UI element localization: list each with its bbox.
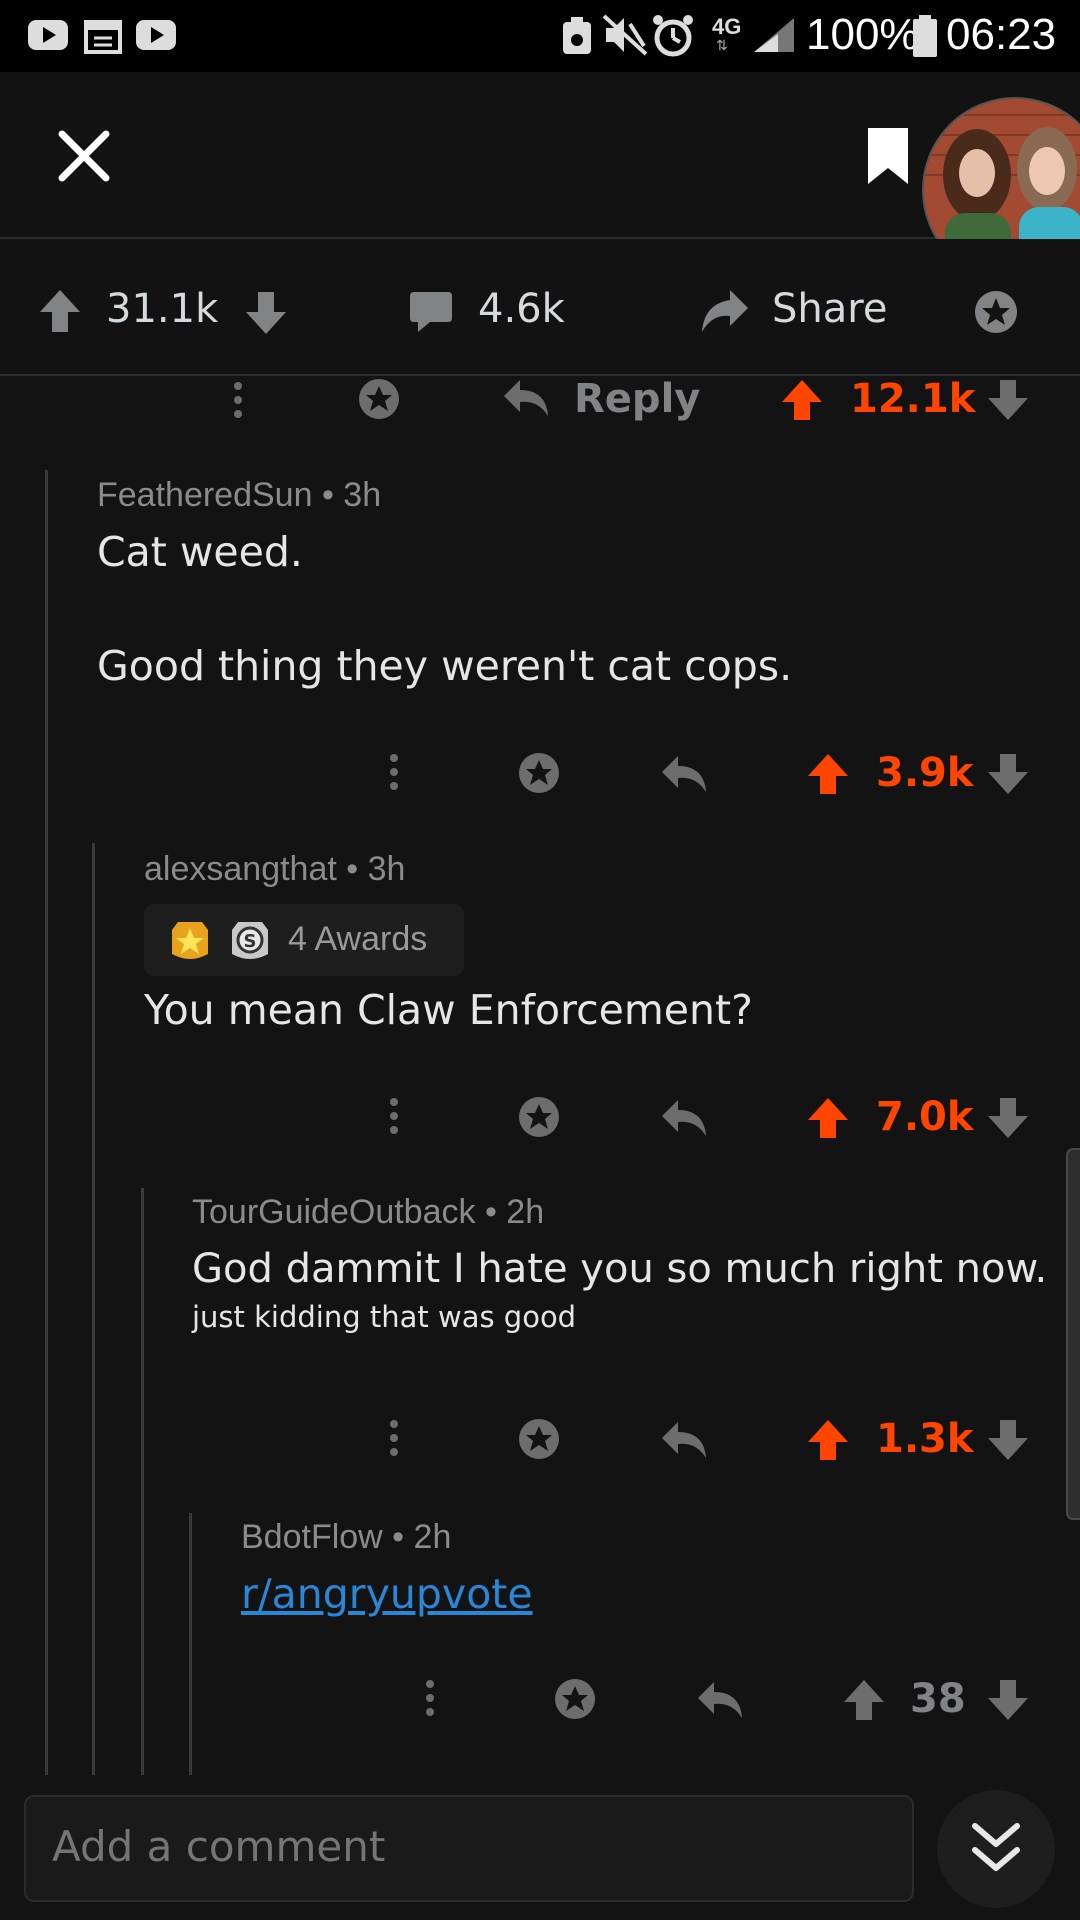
comment-age: 2h [506,1193,545,1231]
upvote-icon[interactable] [780,378,824,422]
award-icon[interactable] [356,376,402,422]
more-icon[interactable] [388,752,400,796]
thread-line-1[interactable] [45,470,48,1775]
collapse-threads-button[interactable] [937,1790,1055,1908]
upvote-icon[interactable] [806,1096,850,1140]
battery-saver-icon [563,17,591,54]
comment-score: 38 [910,1676,966,1722]
downvote-icon[interactable] [986,1096,1030,1140]
clock: 06:23 [946,10,1057,59]
comment-meta: BdotFlow • 2h [241,1518,452,1556]
youtube-notification-icon [28,20,68,50]
comment-age: 3h [343,476,382,514]
bookmark-icon[interactable] [864,124,912,188]
award-icon[interactable] [552,1676,598,1722]
comment-small-text: just kidding that was good [192,1300,577,1334]
award-icon[interactable] [516,750,562,796]
award-icon[interactable] [516,1094,562,1140]
downvote-icon[interactable] [986,1418,1030,1462]
comment-score: 7.0k [876,1094,974,1140]
battery-percent: 100% [806,10,919,59]
comment-text: God dammit I hate you so much right now. [192,1246,1048,1292]
upvote-icon[interactable] [842,1678,886,1722]
close-icon[interactable] [58,130,110,182]
awards-count: 4 Awards [288,920,428,958]
subreddit-link[interactable]: r/angryupvote [241,1570,533,1618]
thread-line-2[interactable] [92,843,95,1775]
comment-input[interactable] [50,1821,874,1872]
comment-text: Cat weed. [97,528,303,576]
reply-button[interactable]: Reply [574,376,700,422]
more-icon[interactable] [232,380,244,424]
downvote-icon[interactable] [986,1678,1030,1722]
battery-icon [913,15,937,57]
network-type: 4G [712,14,742,39]
comment-meta: alexsangthat • 3h [144,850,406,888]
more-icon[interactable] [388,1096,400,1140]
comment-age: 3h [367,850,406,888]
thread-line-3[interactable] [141,1188,144,1775]
youtube-notification-icon-2 [136,20,176,50]
alarm-icon [653,15,693,57]
post-score: 31.1k [106,286,219,332]
mute-icon [602,14,648,56]
svg-text:S: S [244,931,257,952]
comment-composer[interactable] [24,1795,914,1902]
comment-score: 1.3k [876,1416,974,1462]
data-arrows-icon: ⇅ [716,38,728,54]
more-icon[interactable] [388,1418,400,1462]
upvote-icon[interactable] [38,288,82,334]
reply-icon[interactable] [696,1678,744,1722]
reply-icon[interactable] [660,752,708,796]
status-bar: 4G ⇅ 100% 06:23 [0,0,1080,72]
award-icon[interactable] [516,1416,562,1462]
upvote-icon[interactable] [806,1418,850,1462]
comment-author[interactable]: BdotFlow [241,1518,383,1556]
downvote-icon[interactable] [986,752,1030,796]
comment-author[interactable]: TourGuideOutback [192,1193,476,1231]
award-icon[interactable] [972,288,1020,336]
more-icon[interactable] [424,1678,436,1722]
comment-score: 3.9k [876,750,974,796]
downvote-icon[interactable] [244,290,288,336]
chevron-double-down-icon [972,1823,1020,1871]
comment-age: 2h [413,1518,452,1556]
comment-author[interactable]: FeatheredSun [97,476,313,514]
calendar-icon [84,20,122,54]
awards-badge[interactable]: S 4 Awards [144,904,464,976]
comment-author[interactable]: alexsangthat [144,850,337,888]
comment-meta: FeatheredSun • 3h [97,476,382,514]
scrollbar[interactable] [1066,1148,1080,1520]
comment-meta: TourGuideOutback • 2h [192,1193,545,1231]
parent-comment-score: 12.1k [850,376,976,422]
signal-icon [754,18,794,52]
reply-icon[interactable] [502,376,550,420]
thread-line-4[interactable] [189,1513,192,1775]
comment-text: You mean Claw Enforcement? [144,986,753,1034]
comment-icon[interactable] [408,290,454,334]
silver-award-icon: S [232,922,268,959]
share-icon[interactable] [700,288,750,334]
share-button[interactable]: Share [772,286,887,332]
comment-count[interactable]: 4.6k [478,286,565,332]
upvote-icon[interactable] [806,752,850,796]
reply-icon[interactable] [660,1096,708,1140]
parent-comment-actions: Reply 12.1k [0,376,1080,424]
reply-icon[interactable] [660,1418,708,1462]
downvote-icon[interactable] [986,378,1030,422]
comment-text: Good thing they weren't cat cops. [97,642,793,690]
gold-award-icon [172,922,208,959]
